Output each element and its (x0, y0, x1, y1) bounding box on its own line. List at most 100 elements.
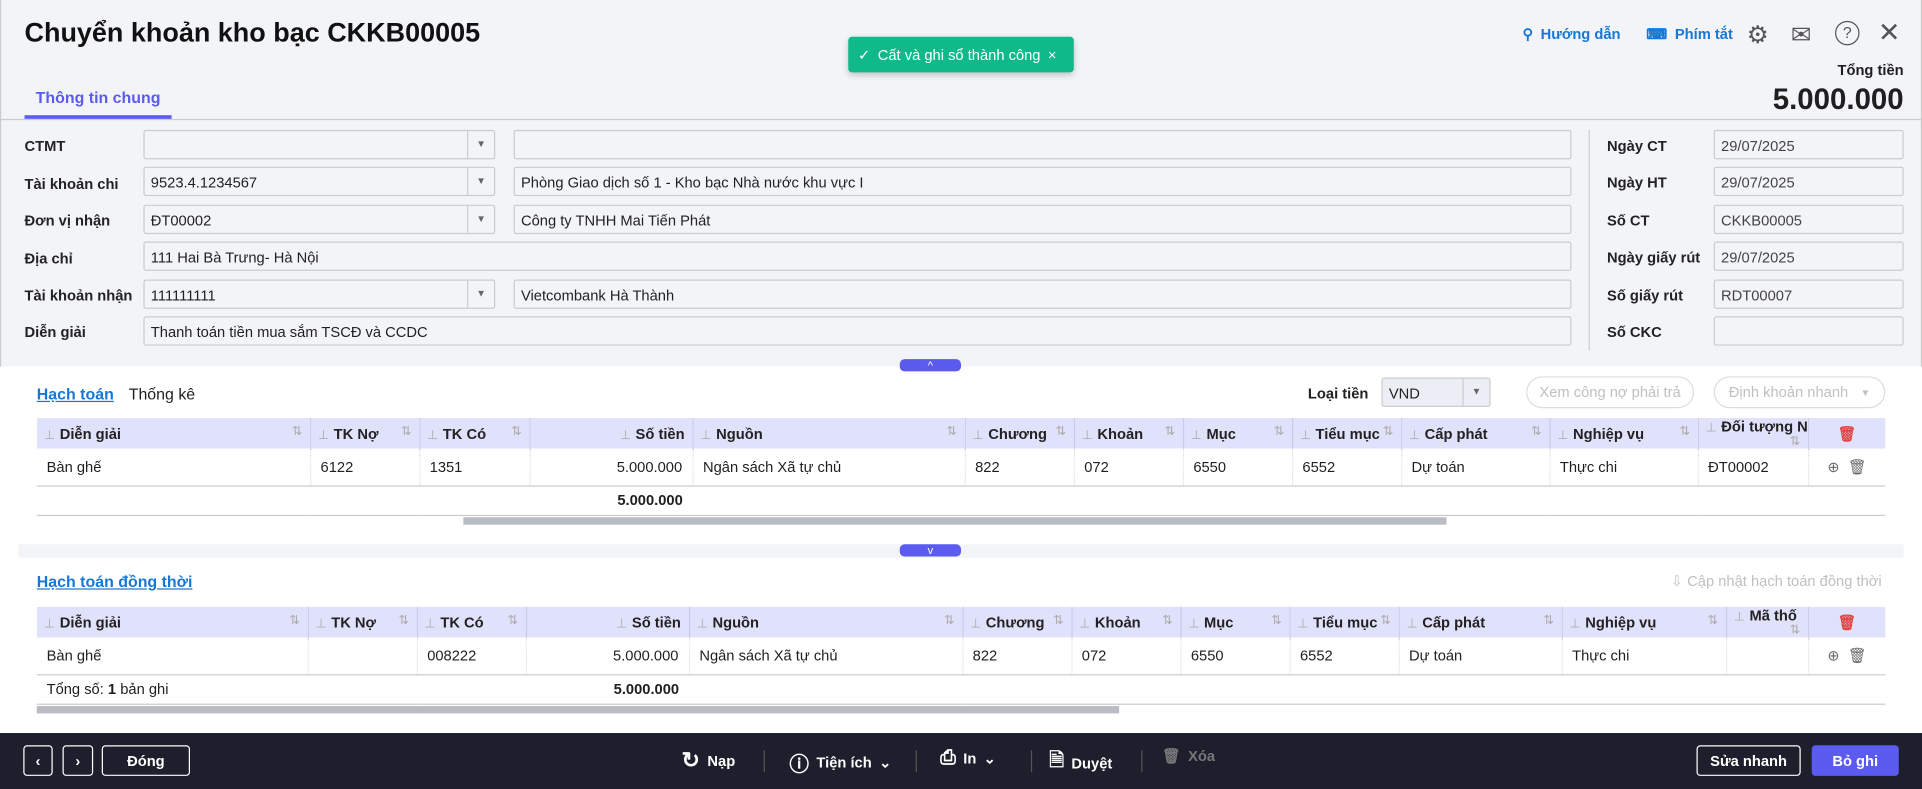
sort-icon[interactable]: ⇅ (511, 425, 521, 438)
sort-icon[interactable]: ⇅ (508, 614, 518, 627)
table-cell[interactable]: 5.000.000 (529, 448, 694, 487)
pin-icon[interactable]: ⊥ (1191, 428, 1202, 441)
table-cell[interactable]: Bàn ghế (36, 637, 309, 675)
utilities-button[interactable]: ⓘ Tiện ích ⌄ (789, 748, 891, 777)
table-cell[interactable] (307, 637, 418, 675)
horizontal-scrollbar[interactable] (36, 706, 1120, 714)
sort-icon[interactable]: ⇅ (292, 425, 302, 438)
table-cell[interactable]: 6550 (1180, 637, 1291, 675)
table-cell[interactable]: 008222 (416, 637, 527, 675)
column-header[interactable]: ⊥ Số tiền (529, 417, 694, 449)
pin-icon[interactable]: ⊥ (973, 428, 984, 441)
approve-button[interactable]: 🗎 Duyệt (1049, 748, 1112, 779)
dien-giai-field[interactable]: Thanh toán tiền mua sắm TSCĐ và CCDC (143, 316, 1572, 346)
collapse-up-button[interactable]: ^ (899, 359, 962, 372)
chevron-down-icon[interactable]: ▼ (467, 167, 494, 195)
pin-icon[interactable]: ⊥ (1298, 617, 1309, 630)
pin-icon[interactable]: ⊥ (1079, 617, 1090, 630)
chevron-down-icon[interactable]: ▼ (1462, 378, 1489, 406)
pin-icon[interactable]: ⊥ (1706, 422, 1717, 435)
pin-icon[interactable]: ⊥ (970, 617, 981, 630)
table-cell[interactable]: Bàn ghế (36, 448, 311, 487)
tk-nhan-name-field[interactable]: Vietcombank Hà Thành (513, 279, 1572, 309)
right-field-input[interactable]: RDT00007 (1713, 278, 1904, 309)
chevron-down-icon[interactable]: ▼ (467, 205, 494, 233)
sort-icon[interactable]: ⇅ (1053, 614, 1063, 627)
column-header[interactable]: ⊥ Diễn giải ⇅ (36, 417, 311, 449)
delete-all-header[interactable]: 🗑 (1808, 417, 1886, 449)
column-header[interactable]: ⊥ TK Nợ ⇅ (307, 606, 418, 638)
close-button[interactable]: Đóng (101, 745, 190, 776)
don-vi-name-field[interactable]: Công ty TNHH Mai Tiến Phát (513, 204, 1572, 235)
concurrent-accounting-title[interactable]: Hạch toán đồng thời (37, 572, 193, 590)
pin-icon[interactable]: ⊥ (697, 617, 708, 630)
tk-nhan-select[interactable]: 111111111 ▼ (143, 279, 496, 309)
table-cell[interactable]: 6552 (1289, 637, 1400, 675)
gear-icon[interactable]: ⚙ (1747, 20, 1769, 51)
close-icon[interactable]: ✕ (1878, 17, 1901, 49)
column-header[interactable]: ⊥ Mục ⇅ (1180, 606, 1291, 638)
help-icon[interactable]: ? (1835, 20, 1860, 46)
expand-down-button[interactable]: v (899, 544, 962, 557)
tk-chi-name-field[interactable]: Phòng Giao dịch số 1 - Kho bạc Nhà nước … (513, 166, 1572, 197)
table-cell[interactable]: 822 (964, 448, 1075, 487)
dia-chi-field[interactable]: 111 Hai Bà Trưng- Hà Nội (143, 241, 1572, 271)
column-header[interactable]: ⊥ Chương ⇅ (964, 417, 1075, 449)
pin-icon[interactable]: ⊥ (616, 617, 627, 630)
table-cell[interactable]: 5.000.000 (525, 637, 690, 675)
pin-icon[interactable]: ⊥ (1409, 428, 1420, 441)
column-header[interactable]: ⊥ TK Nợ ⇅ (310, 417, 420, 449)
next-button[interactable]: › (62, 745, 94, 776)
tab-general-info[interactable]: Thông tin chung (24, 81, 172, 119)
table-cell[interactable]: 6550 (1182, 448, 1293, 487)
sort-icon[interactable]: ⇅ (1790, 624, 1800, 637)
unpost-button[interactable]: Bỏ ghi (1811, 745, 1899, 776)
pin-icon[interactable]: ⊥ (44, 428, 55, 441)
sort-icon[interactable]: ⇅ (399, 614, 409, 627)
delete-button[interactable]: 🗑 Xóa (1162, 748, 1215, 765)
sort-icon[interactable]: ⇅ (1056, 425, 1066, 438)
pin-icon[interactable]: ⊥ (1570, 617, 1581, 630)
sort-icon[interactable]: ⇅ (401, 425, 411, 438)
add-row-icon[interactable]: ⊕ (1827, 458, 1839, 475)
column-header[interactable]: ⊥ Chương ⇅ (962, 606, 1072, 638)
column-header[interactable]: ⊥ Khoản ⇅ (1071, 606, 1182, 638)
tab-hach-toan[interactable]: Hạch toán (37, 385, 114, 403)
trash-icon[interactable]: 🗑 (1848, 458, 1867, 475)
table-cell[interactable]: Ngân sách Xã tự chủ (688, 637, 963, 675)
column-header[interactable]: ⊥ Nghiệp vụ ⇅ (1549, 417, 1699, 449)
quick-edit-button[interactable]: Sửa nhanh (1696, 745, 1801, 776)
column-header[interactable]: ⊥ TK Có ⇅ (419, 417, 531, 449)
table-cell[interactable]: Dự toán (1398, 637, 1563, 675)
column-header[interactable]: ⊥ Cấp phát ⇅ (1398, 606, 1563, 638)
chevron-down-icon[interactable]: ▼ (467, 280, 494, 308)
table-cell[interactable]: Thực chi (1561, 637, 1727, 675)
column-header[interactable]: ⊥ Tiểu mục ⇅ (1289, 606, 1400, 638)
pin-icon[interactable]: ⊥ (1188, 617, 1199, 630)
pin-icon[interactable]: ⊥ (620, 428, 631, 441)
column-header[interactable]: ⊥ Nguồn ⇅ (688, 606, 963, 638)
prev-button[interactable]: ‹ (23, 745, 53, 776)
sort-icon[interactable]: ⇅ (289, 614, 299, 627)
shortcuts-link[interactable]: ⌨ Phím tắt (1646, 26, 1733, 43)
right-field-input[interactable] (1713, 316, 1904, 346)
quick-entry-button[interactable]: Định khoản nhanh ▼ (1713, 376, 1886, 409)
delete-all-icon[interactable]: 🗑 (1838, 614, 1857, 631)
currency-select[interactable]: VND ▼ (1381, 377, 1491, 407)
table-cell[interactable]: 072 (1071, 637, 1182, 675)
pin-icon[interactable]: ⊥ (701, 428, 712, 441)
sort-icon[interactable]: ⇅ (944, 614, 954, 627)
table-cell[interactable]: Ngân sách Xã tự chủ (692, 448, 966, 487)
pin-icon[interactable]: ⊥ (1734, 610, 1745, 623)
add-row-icon[interactable]: ⊕ (1827, 647, 1839, 664)
sort-icon[interactable]: ⇅ (1271, 614, 1281, 627)
column-header[interactable]: ⊥ Số tiền (525, 606, 690, 638)
sort-icon[interactable]: ⇅ (1380, 614, 1390, 627)
right-field-input[interactable]: CKKB00005 (1713, 204, 1904, 234)
table-cell[interactable]: 072 (1073, 448, 1184, 487)
delete-all-icon[interactable]: 🗑 (1838, 425, 1857, 442)
pin-icon[interactable]: ⊥ (1557, 428, 1568, 441)
pin-icon[interactable]: ⊥ (1407, 617, 1418, 630)
close-toast-icon[interactable]: × (1048, 46, 1057, 63)
table-cell[interactable] (1725, 637, 1809, 675)
